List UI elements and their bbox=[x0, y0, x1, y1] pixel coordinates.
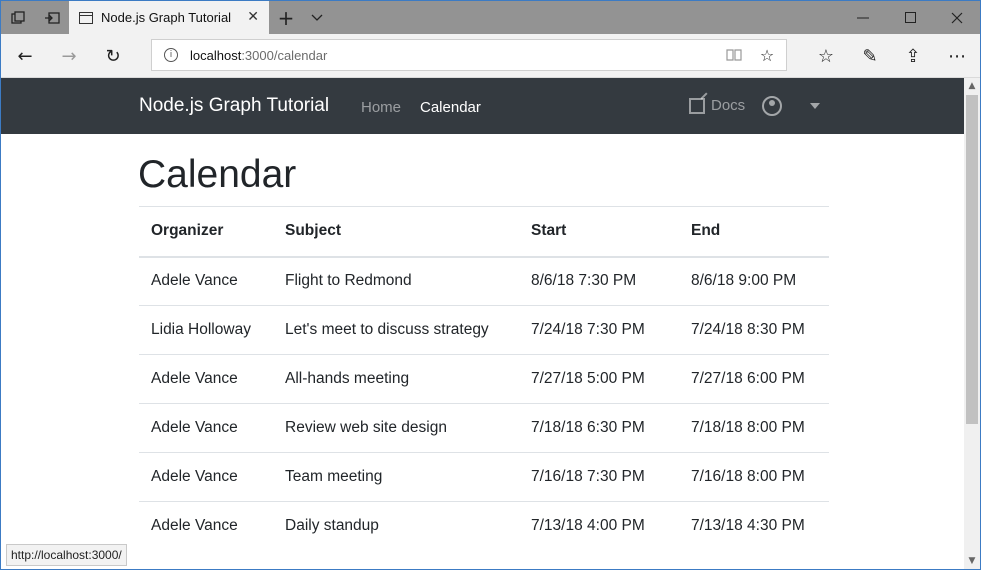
cell-start: 7/27/18 5:00 PM bbox=[519, 354, 679, 404]
page-title: Calendar bbox=[138, 153, 297, 196]
column-start: Start bbox=[519, 206, 679, 258]
tab-menu-chevron-icon[interactable] bbox=[303, 1, 331, 34]
cell-subject: Daily standup bbox=[273, 501, 519, 551]
back-icon[interactable]: ← bbox=[7, 34, 43, 78]
address-bar[interactable]: i localhost:3000/calendar ☆ bbox=[151, 39, 787, 71]
table-row: Adele Vance Review web site design 7/18/… bbox=[139, 403, 829, 453]
nav-calendar-link[interactable]: Calendar bbox=[420, 99, 481, 116]
table-row: Adele Vance Team meeting 7/16/18 7:30 PM… bbox=[139, 452, 829, 502]
cell-end: 7/13/18 4:30 PM bbox=[679, 501, 829, 551]
favorites-icon[interactable]: ☆ bbox=[808, 34, 844, 78]
cell-end: 7/24/18 8:30 PM bbox=[679, 305, 829, 355]
cell-end: 7/27/18 6:00 PM bbox=[679, 354, 829, 404]
reading-view-icon[interactable] bbox=[719, 40, 749, 70]
caret-down-icon[interactable] bbox=[810, 103, 820, 109]
cell-end: 7/16/18 8:00 PM bbox=[679, 452, 829, 502]
table-row: Adele Vance Daily standup 7/13/18 4:00 P… bbox=[139, 501, 829, 551]
table-row: Lidia Holloway Let's meet to discuss str… bbox=[139, 305, 829, 355]
title-bar: Node.js Graph Tutorial ✕ + bbox=[1, 1, 980, 34]
cell-organizer: Adele Vance bbox=[139, 256, 273, 306]
cell-organizer: Adele Vance bbox=[139, 403, 273, 453]
new-tab-icon[interactable]: + bbox=[271, 1, 301, 34]
status-bar-url: http://localhost:3000/ bbox=[6, 544, 127, 566]
favorite-star-icon[interactable]: ☆ bbox=[752, 40, 782, 70]
tab-title: Node.js Graph Tutorial bbox=[101, 10, 232, 25]
share-icon[interactable]: ⇪ bbox=[895, 34, 931, 78]
page-icon bbox=[79, 11, 93, 24]
set-aside-tabs-icon[interactable] bbox=[35, 1, 69, 34]
maximize-icon[interactable] bbox=[886, 1, 934, 34]
scroll-down-icon[interactable]: ▼ bbox=[964, 553, 980, 569]
forward-icon[interactable]: → bbox=[51, 34, 87, 78]
cell-subject: Flight to Redmond bbox=[273, 256, 519, 306]
user-avatar-icon[interactable] bbox=[762, 96, 782, 116]
close-window-icon[interactable] bbox=[934, 1, 980, 34]
docs-link[interactable]: Docs bbox=[689, 97, 745, 114]
calendar-table: Organizer Subject Start End Adele Vance … bbox=[139, 206, 829, 551]
brand[interactable]: Node.js Graph Tutorial bbox=[139, 95, 329, 117]
cell-start: 7/18/18 6:30 PM bbox=[519, 403, 679, 453]
cell-organizer: Adele Vance bbox=[139, 501, 273, 551]
cell-start: 7/13/18 4:00 PM bbox=[519, 501, 679, 551]
table-row: Adele Vance All-hands meeting 7/27/18 5:… bbox=[139, 354, 829, 404]
browser-toolbar: ← → ↻ i localhost:3000/calendar ☆ ☆ ✎ ⇪ … bbox=[1, 34, 980, 78]
tab-close-icon[interactable]: ✕ bbox=[247, 9, 259, 25]
url-path: :3000/calendar bbox=[241, 47, 328, 63]
tab-active[interactable]: Node.js Graph Tutorial ✕ bbox=[69, 1, 269, 34]
scroll-up-icon[interactable]: ▲ bbox=[964, 78, 980, 94]
cell-subject: Let's meet to discuss strategy bbox=[273, 305, 519, 355]
refresh-icon[interactable]: ↻ bbox=[95, 34, 131, 78]
docs-label: Docs bbox=[711, 97, 746, 114]
cell-organizer: Adele Vance bbox=[139, 452, 273, 502]
nav-home-link[interactable]: Home bbox=[361, 99, 401, 116]
vertical-scrollbar[interactable]: ▲ ▼ bbox=[964, 78, 980, 569]
more-icon[interactable]: ⋯ bbox=[939, 34, 975, 78]
cell-start: 7/24/18 7:30 PM bbox=[519, 305, 679, 355]
table-header-row: Organizer Subject Start End bbox=[139, 206, 829, 258]
external-link-icon bbox=[689, 97, 705, 114]
tab-overview-icon[interactable] bbox=[1, 1, 35, 34]
table-row: Adele Vance Flight to Redmond 8/6/18 7:3… bbox=[139, 256, 829, 306]
column-organizer: Organizer bbox=[139, 206, 273, 258]
cell-end: 8/6/18 9:00 PM bbox=[679, 256, 829, 306]
app-navbar: Node.js Graph Tutorial Home Calendar Doc… bbox=[1, 78, 964, 134]
cell-end: 7/18/18 8:00 PM bbox=[679, 403, 829, 453]
cell-organizer: Lidia Holloway bbox=[139, 305, 273, 355]
site-info-icon[interactable]: i bbox=[164, 48, 178, 62]
column-subject: Subject bbox=[273, 206, 519, 258]
url-host: localhost bbox=[190, 47, 242, 63]
cell-subject: Team meeting bbox=[273, 452, 519, 502]
web-notes-icon[interactable]: ✎ bbox=[852, 34, 888, 78]
column-end: End bbox=[679, 206, 829, 258]
scroll-thumb[interactable] bbox=[966, 95, 978, 424]
cell-organizer: Adele Vance bbox=[139, 354, 273, 404]
cell-start: 7/16/18 7:30 PM bbox=[519, 452, 679, 502]
cell-subject: All-hands meeting bbox=[273, 354, 519, 404]
cell-subject: Review web site design bbox=[273, 403, 519, 453]
minimize-icon[interactable] bbox=[840, 1, 886, 34]
browser-window: Node.js Graph Tutorial ✕ + ← → ↻ i local… bbox=[0, 0, 981, 570]
cell-start: 8/6/18 7:30 PM bbox=[519, 256, 679, 306]
